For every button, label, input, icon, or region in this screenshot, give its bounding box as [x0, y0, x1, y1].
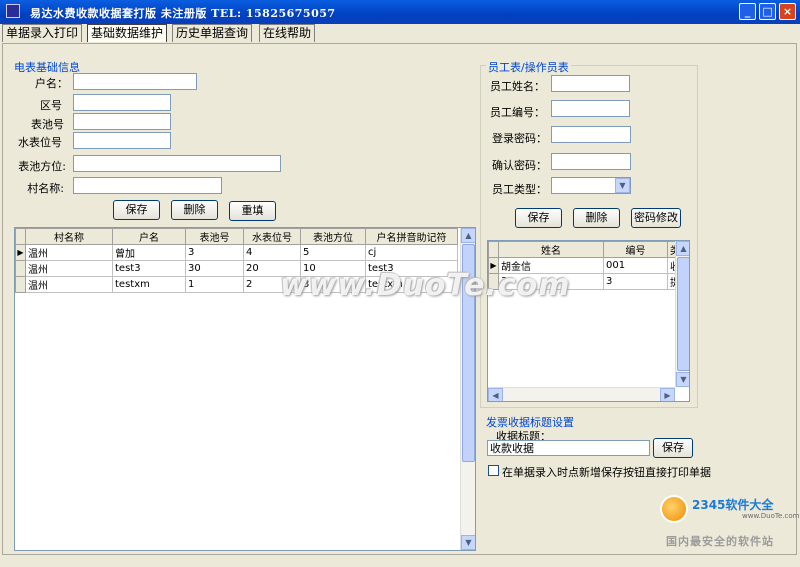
confirm-password-input[interactable]: [551, 153, 631, 170]
scroll-thumb[interactable]: [677, 257, 689, 371]
staff-save-button[interactable]: 保存: [515, 208, 562, 228]
meter-reset-button[interactable]: 重填: [229, 201, 276, 221]
app-icon: [6, 4, 20, 18]
staff-group-title: 员工表/操作员表: [486, 59, 571, 75]
staff-delete-button[interactable]: 删除: [573, 208, 620, 228]
meter-info-group-title: 电表基础信息: [14, 61, 80, 74]
logo-url: www.DuoTe.com: [742, 512, 800, 520]
window-title: 易达水费收款收据套打版 未注册版 TEL: 15825675057: [30, 7, 336, 20]
table-cell[interactable]: 1: [185, 276, 244, 293]
scroll-up-icon[interactable]: ▲: [461, 228, 475, 243]
chevron-down-icon[interactable]: ▼: [615, 178, 630, 193]
staff-grid-vscroll[interactable]: ▲ ▼: [675, 241, 689, 387]
tab-online-help[interactable]: 在线帮助: [259, 24, 316, 42]
table-cell[interactable]: 曾加: [112, 244, 186, 261]
login-password-label: 登录密码：: [492, 132, 547, 145]
pool-no-label: 表池号: [31, 118, 64, 131]
area-input[interactable]: [73, 94, 171, 111]
row-indicator-header: [488, 241, 499, 258]
minimize-button[interactable]: _: [739, 3, 756, 20]
maximize-button[interactable]: □: [759, 3, 776, 20]
site-logo-icon: [660, 495, 688, 523]
staff-data-grid[interactable]: 姓名 编号 类 ▶ 胡金信 001 收 3 3 提 ▲ ▼ ◀ ▶: [487, 240, 690, 402]
logo-slogan: 国内最安全的软件站: [666, 535, 774, 548]
meter-table-header: 村名称 户名 表池号 水表位号 表池方位 户名拼音助记符: [15, 228, 458, 245]
staff-number-input[interactable]: [551, 100, 630, 117]
logo-brand: 2345软件大全: [692, 498, 774, 512]
current-row-icon: ▶: [15, 244, 26, 261]
table-row[interactable]: ▶ 温州 曾加 3 4 5 cj: [15, 244, 458, 261]
receipt-title-input[interactable]: [487, 440, 650, 456]
tab-basic-data[interactable]: 基础数据维护: [87, 24, 168, 42]
change-password-button[interactable]: 密码修改: [631, 208, 681, 228]
meter-save-button[interactable]: 保存: [113, 200, 160, 220]
pool-direction-input[interactable]: [73, 155, 281, 172]
staff-table-header: 姓名 编号 类: [488, 241, 683, 258]
table-cell[interactable]: 001: [603, 257, 668, 274]
direct-print-label: 在单据录入时点新增保存按钮直接打印单据: [502, 466, 711, 479]
row-indicator-header: [15, 228, 26, 245]
table-cell[interactable]: testxm: [112, 276, 186, 293]
column-header[interactable]: 户名拼音助记符: [365, 228, 458, 245]
login-password-input[interactable]: [551, 126, 631, 143]
row-indicator: [15, 276, 26, 293]
staff-name-input[interactable]: [551, 75, 630, 92]
village-label: 村名称:: [27, 182, 64, 195]
watermark: www.DuoTe.com: [280, 268, 571, 303]
column-header[interactable]: 表池方位: [300, 228, 366, 245]
staff-type-select[interactable]: ▼: [551, 177, 631, 194]
column-header[interactable]: 村名称: [25, 228, 113, 245]
table-cell[interactable]: 5: [300, 244, 366, 261]
table-cell[interactable]: 3: [185, 244, 244, 261]
column-header[interactable]: 户名: [112, 228, 186, 245]
household-input[interactable]: [73, 73, 197, 90]
tab-bar: 单据录入打印 基础数据维护 历史单据查询 在线帮助: [0, 24, 800, 44]
staff-number-label: 员工编号：: [490, 106, 545, 119]
scroll-down-icon[interactable]: ▼: [461, 535, 475, 550]
table-cell[interactable]: cj: [365, 244, 458, 261]
column-header[interactable]: 水表位号: [243, 228, 301, 245]
table-cell[interactable]: 3: [603, 273, 668, 290]
table-cell[interactable]: 温州: [25, 244, 113, 261]
scroll-right-icon[interactable]: ▶: [660, 388, 675, 401]
tab-receipt-entry[interactable]: 单据录入打印: [2, 24, 83, 42]
tab-history-query[interactable]: 历史单据查询: [172, 24, 253, 42]
meter-delete-button[interactable]: 删除: [171, 200, 218, 220]
scroll-up-icon[interactable]: ▲: [676, 241, 689, 256]
meter-pos-label: 水表位号: [18, 136, 62, 149]
household-label: 户名：: [35, 77, 68, 90]
table-cell[interactable]: 4: [243, 244, 301, 261]
table-cell[interactable]: 30: [185, 260, 244, 277]
receipt-title-save-button[interactable]: 保存: [653, 438, 693, 458]
table-cell[interactable]: test3: [112, 260, 186, 277]
direct-print-checkbox[interactable]: [488, 465, 499, 476]
area-label: 区号: [40, 99, 62, 112]
meter-pos-input[interactable]: [73, 132, 171, 149]
row-indicator: [15, 260, 26, 277]
staff-type-label: 员工类型：: [492, 183, 547, 196]
scroll-down-icon[interactable]: ▼: [676, 372, 689, 387]
pool-no-input[interactable]: [73, 113, 171, 130]
table-cell[interactable]: 温州: [25, 260, 113, 277]
table-cell[interactable]: 温州: [25, 276, 113, 293]
column-header[interactable]: 编号: [603, 241, 668, 258]
pool-direction-label: 表池方位:: [18, 160, 66, 173]
staff-grid-hscroll[interactable]: ◀ ▶: [488, 387, 675, 401]
staff-name-label: 员工姓名：: [490, 80, 545, 93]
scroll-left-icon[interactable]: ◀: [488, 388, 503, 401]
column-header[interactable]: 表池号: [185, 228, 244, 245]
village-input[interactable]: [73, 177, 222, 194]
title-bar: 易达水费收款收据套打版 未注册版 TEL: 15825675057 _ □ ×: [0, 0, 800, 24]
close-button[interactable]: ×: [779, 3, 796, 20]
column-header[interactable]: 姓名: [498, 241, 604, 258]
confirm-password-label: 确认密码：: [492, 159, 547, 172]
